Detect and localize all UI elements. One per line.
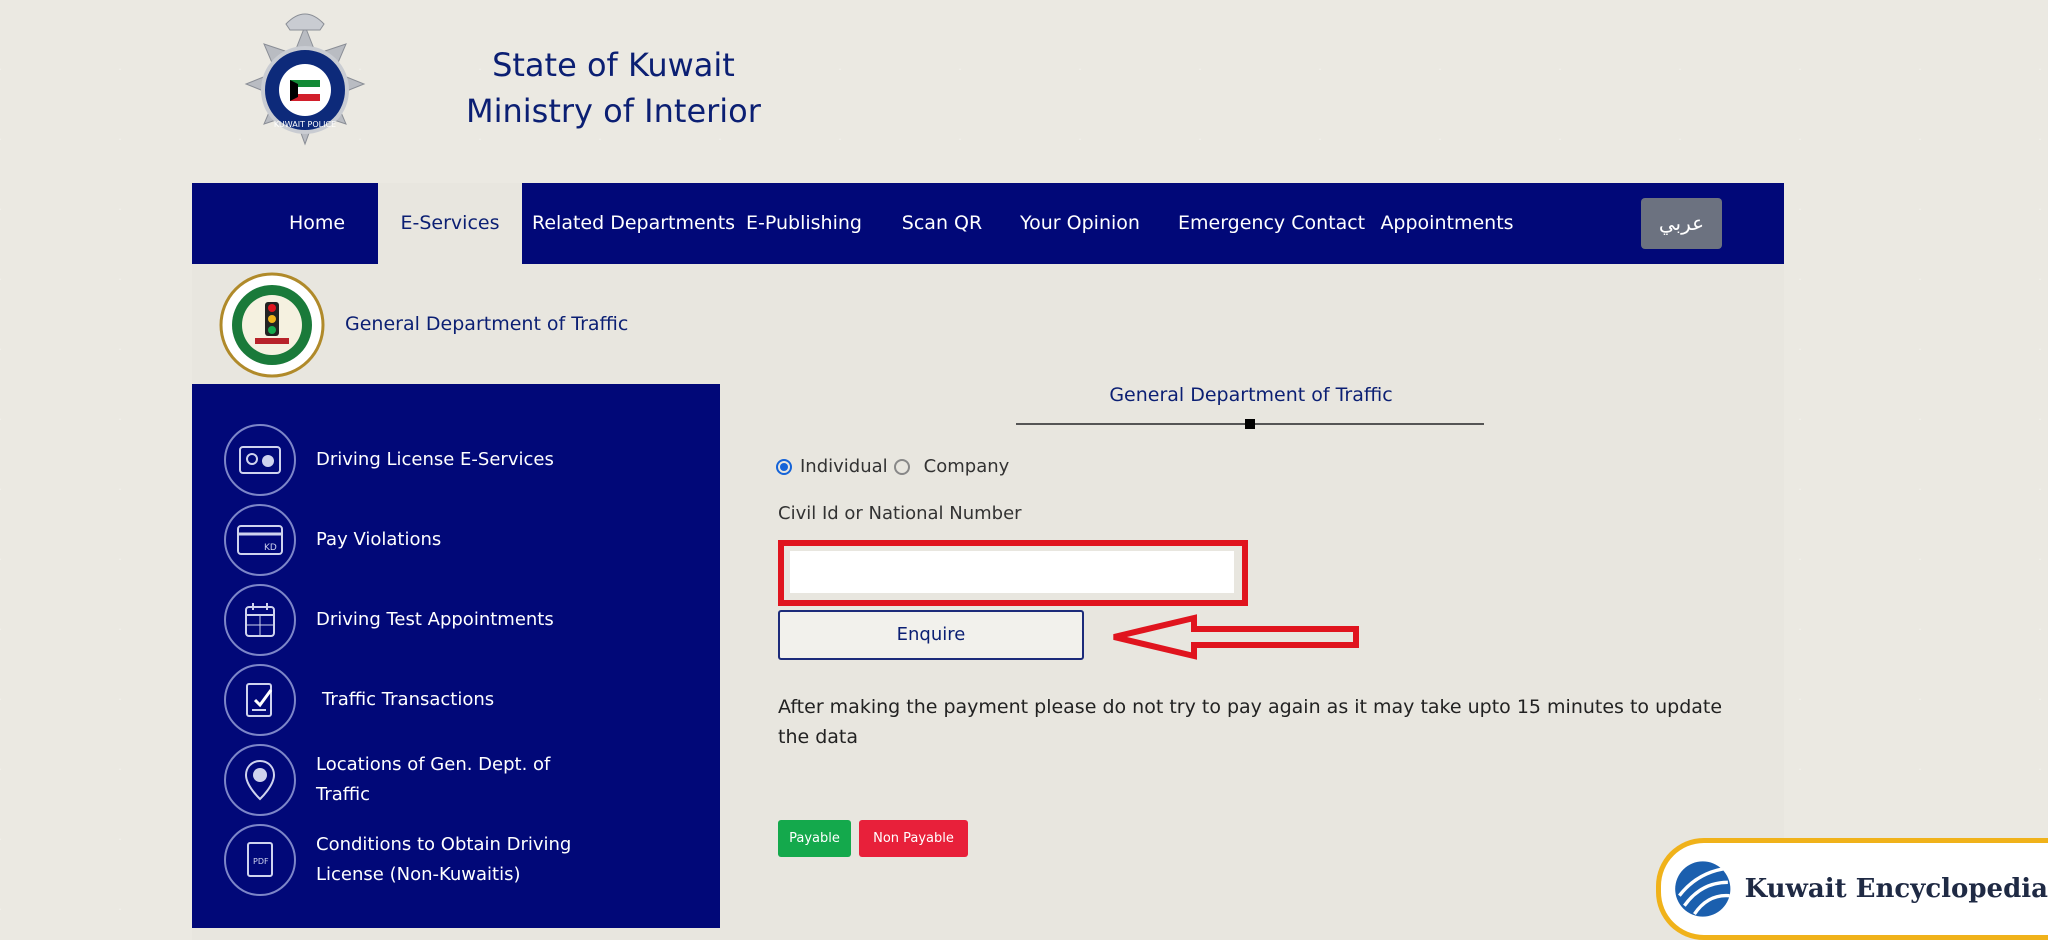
- civil-id-label: Civil Id or National Number: [778, 503, 1022, 524]
- pdf-document-icon: PDF: [224, 824, 296, 896]
- nav-emergency-contact[interactable]: Emergency Contact: [1178, 183, 1365, 264]
- nav-appointments[interactable]: Appointments: [1372, 183, 1522, 264]
- sidebar-item-label: Conditions to Obtain Driving License (No…: [316, 834, 572, 885]
- sidebar-item-label: Pay Violations: [316, 529, 442, 550]
- applicant-type-group: Individual Company: [776, 456, 1009, 477]
- sidebar-item-label: Traffic Transactions: [322, 689, 495, 710]
- kuwait-encyclopedia-text: Kuwait Encyclopedia: [1744, 874, 2048, 904]
- company-radio-label: Company: [923, 456, 1010, 477]
- form-title: General Department of Traffic: [1109, 384, 1393, 406]
- state-title: State of Kuwait: [492, 46, 735, 84]
- sidebar: Driving License E-Services KD Pay Violat…: [192, 384, 720, 928]
- kuwait-encyclopedia-logo: Kuwait Encyclopedia: [1656, 838, 2048, 940]
- location-pin-icon: [224, 744, 296, 816]
- non-payable-badge[interactable]: Non Payable: [859, 820, 968, 857]
- sidebar-item-driving-license-e-services[interactable]: Driving License E-Services: [224, 424, 704, 496]
- department-title: General Department of Traffic: [345, 313, 629, 335]
- svg-text:PDF: PDF: [253, 857, 269, 866]
- sidebar-item-label: Driving Test Appointments: [316, 609, 554, 630]
- nav-your-opinion[interactable]: Your Opinion: [1010, 183, 1150, 264]
- divider-marker: [1245, 419, 1255, 429]
- nav-related-departments[interactable]: Related Departments: [532, 183, 735, 264]
- payment-note: After making the payment please do not t…: [778, 696, 1723, 748]
- enquire-button[interactable]: Enquire: [778, 610, 1084, 660]
- main-nav: Home E-Services Related Departments E-Pu…: [192, 183, 1784, 264]
- ministry-title: State of Kuwait Ministry of Interior: [466, 42, 761, 134]
- nav-scan-qr[interactable]: Scan QR: [892, 183, 992, 264]
- sidebar-item-traffic-transactions[interactable]: Traffic Transactions: [224, 664, 704, 736]
- nav-home[interactable]: Home: [252, 183, 382, 264]
- svg-text:KUWAIT POLICE: KUWAIT POLICE: [274, 120, 336, 129]
- language-toggle-button[interactable]: عربي: [1641, 198, 1722, 249]
- document-check-icon: [224, 664, 296, 736]
- sidebar-item-conditions-non-kuwaitis[interactable]: PDF Conditions to Obtain Driving License…: [224, 824, 704, 896]
- payable-badge[interactable]: Payable: [778, 820, 851, 857]
- license-card-icon: [224, 424, 296, 496]
- individual-radio-label: Individual: [800, 456, 888, 477]
- globe-icon: [1675, 861, 1731, 917]
- company-radio[interactable]: [893, 458, 910, 475]
- calendar-icon: [224, 584, 296, 656]
- kd-card-icon: KD: [224, 504, 296, 576]
- sidebar-item-driving-test-appointments[interactable]: Driving Test Appointments: [224, 584, 704, 656]
- sidebar-item-pay-violations[interactable]: KD Pay Violations: [224, 504, 704, 576]
- sidebar-item-label: Locations of Gen. Dept. of Traffic: [316, 754, 551, 805]
- individual-radio[interactable]: [776, 458, 792, 475]
- ministry-subtitle: Ministry of Interior: [466, 92, 761, 130]
- red-arrow-annotation: [1113, 614, 1359, 660]
- traffic-department-logo: [219, 272, 325, 378]
- civil-id-input[interactable]: [790, 551, 1234, 593]
- sidebar-item-locations[interactable]: Locations of Gen. Dept. of Traffic: [224, 744, 704, 816]
- svg-text:KD: KD: [264, 543, 277, 553]
- nav-e-publishing[interactable]: E-Publishing: [742, 183, 866, 264]
- nav-e-services[interactable]: E-Services: [378, 183, 522, 264]
- sidebar-item-label: Driving License E-Services: [316, 449, 554, 470]
- kuwait-police-emblem: KUWAIT POLICE: [244, 13, 366, 146]
